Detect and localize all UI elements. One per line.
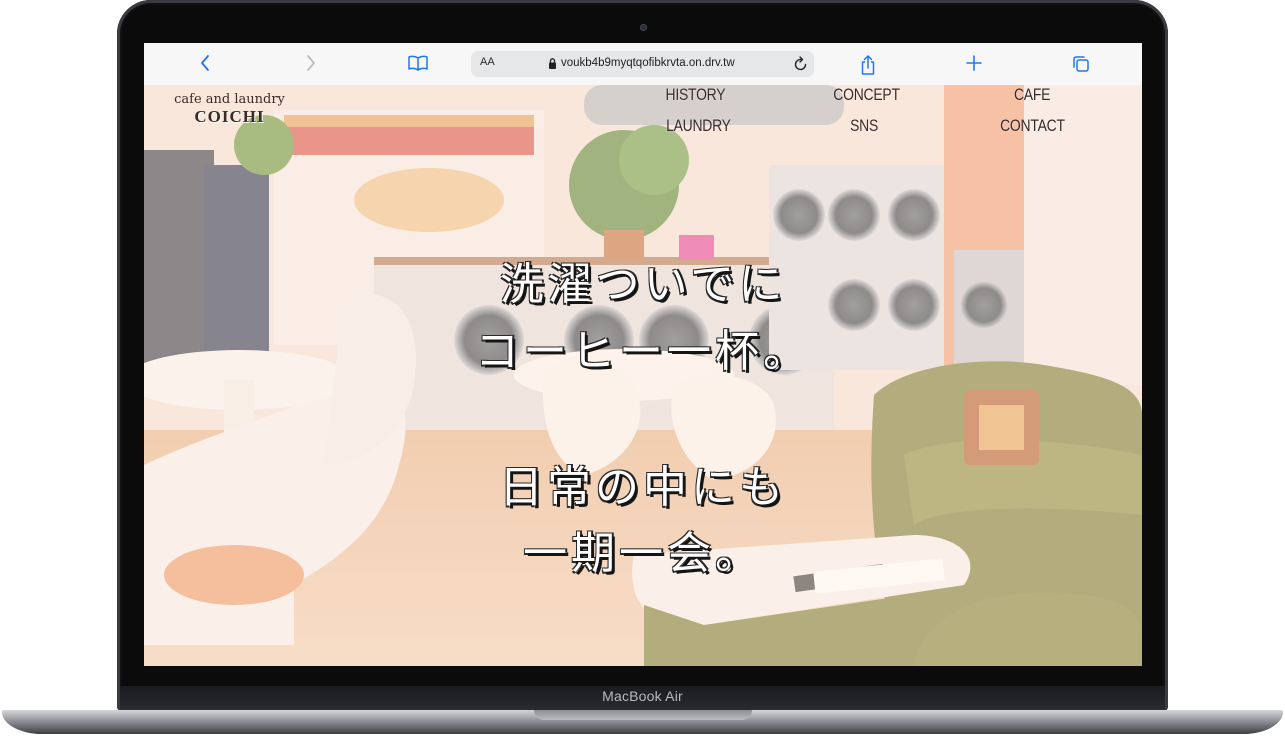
nav-history[interactable]: HISTORY (666, 85, 726, 105)
text-size-button[interactable]: AA (480, 56, 495, 68)
logo-tagline: cafe and laundry (174, 92, 285, 107)
hero-headline-line4: 一期一会。 (523, 528, 763, 579)
nav-contact[interactable]: CONTACT (1000, 116, 1065, 136)
chevron-left-icon[interactable] (193, 52, 217, 76)
nav-sns[interactable]: SNS (850, 116, 878, 136)
plus-icon[interactable] (962, 52, 986, 76)
hero-section: cafe and laundry COICHI HISTORY CONCEPT … (144, 85, 1142, 666)
chevron-right-icon[interactable] (299, 52, 323, 76)
laptop-notch (534, 710, 752, 720)
tabs-icon[interactable] (1069, 52, 1093, 76)
camera-icon (640, 24, 647, 31)
logo-name: COICHI (194, 107, 265, 126)
browser-screen: AA voukb4b9myqtqofibkrvta.on.drv.tw cafe… (144, 43, 1142, 666)
nav-concept[interactable]: CONCEPT (833, 85, 900, 105)
hero-headline-line2: コーヒー一杯。 (475, 326, 811, 377)
hero-headline-line3: 日常の中にも (499, 462, 787, 513)
book-icon[interactable] (406, 52, 430, 76)
device-brand-label: MacBook Air (602, 688, 683, 704)
nav-cafe[interactable]: CAFE (1014, 85, 1050, 105)
browser-toolbar: AA voukb4b9myqtqofibkrvta.on.drv.tw (144, 43, 1142, 86)
share-icon[interactable] (856, 52, 880, 76)
url-text: voukb4b9myqtqofibkrvta.on.drv.tw (561, 57, 735, 69)
reload-icon[interactable] (793, 55, 809, 73)
laptop-frame: MacBook Air AA voukb4b9myqtqofibkrvta.on… (0, 0, 1285, 738)
lock-icon (549, 58, 556, 69)
site-logo[interactable]: cafe and laundry COICHI (172, 93, 287, 127)
nav-laundry[interactable]: LAUNDRY (666, 116, 731, 136)
address-bar[interactable]: AA voukb4b9myqtqofibkrvta.on.drv.tw (471, 51, 814, 77)
hero-headline-line1: 洗濯ついでに (499, 259, 787, 310)
